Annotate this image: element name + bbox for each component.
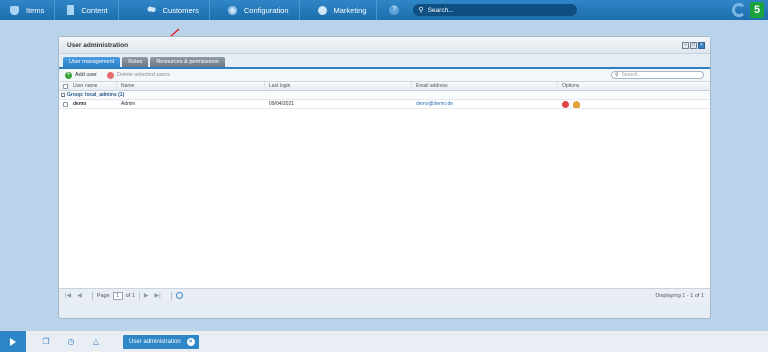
user-administration-window: User administration – □ × User managemen… [58,36,711,319]
add-user-label: Add user [75,72,98,78]
pager-divider [170,291,172,300]
nav-items[interactable]: Items [0,0,56,20]
close-button[interactable]: × [698,41,705,49]
nav-configuration[interactable]: Configuration [210,0,300,20]
page-label: Page [96,292,110,299]
group-header-row[interactable]: – Group: local_admins (1) [59,91,710,100]
plus-icon: + [65,71,72,79]
windows-icon[interactable]: ❐ [41,337,51,346]
first-page-icon[interactable]: |◀ [65,292,71,299]
nav-marketing-label: Marketing [333,5,367,15]
pagination-bar: |◀ ◀ Page 1 of 1 ▶ ▶| Displaying 1 - 1 o… [59,288,710,302]
taskbar-item-label: User administration [129,338,181,345]
configuration-icon [227,5,237,15]
nav-configuration-label: Configuration [243,5,289,15]
brand-logo: 5 [732,2,764,18]
pager-divider [138,291,140,300]
column-header-options: Options [562,83,580,89]
top-navigation: Items Content Customers Configuration Ma… [0,0,768,20]
delete-icon [107,71,115,79]
grid-search-placeholder: Search... [621,72,642,78]
cell-last-login: 09/04/2021 [269,101,295,107]
group-label: Group: local_admins (1) [67,92,125,98]
nav-marketing[interactable]: Marketing [300,0,378,20]
window-title: User administration [67,41,129,49]
edit-user-icon[interactable] [573,100,580,108]
refresh-icon[interactable] [175,292,183,299]
page-count-label: of 1 [125,292,135,299]
tab-user-management[interactable]: User management [63,57,121,67]
nav-items-label: Items [26,5,45,15]
pager-info: Displaying 1 - 1 of 1 [655,292,704,299]
nav-customers[interactable]: Customers [119,0,210,20]
tab-resources-permissions[interactable]: Resources & permissions [150,57,225,67]
marketing-icon [317,5,327,15]
delete-users-label: Delete selected users [117,72,170,78]
items-icon [10,5,19,15]
users-grid: User name Name Last login Email address … [59,82,710,288]
minimize-button[interactable]: – [682,41,689,49]
tab-roles[interactable]: Roles [122,57,149,67]
start-button[interactable] [0,330,26,352]
table-row[interactable]: demo Admin 09/04/2021 demo@demo.de [59,100,710,109]
pager-divider [91,291,93,300]
tab-strip: User management Roles Resources & permis… [59,54,710,69]
play-icon [10,337,16,346]
taskbar: ❐ ◷ △ User administration × [0,330,768,352]
close-icon[interactable]: × [186,337,195,346]
column-header-username[interactable]: User name [69,82,117,90]
column-header-name[interactable]: Name [117,82,265,90]
cell-options [558,100,706,108]
global-search-placeholder: Search... [427,6,454,14]
clock-icon[interactable]: ◷ [66,337,76,346]
help-icon[interactable]: ? [389,5,400,15]
version-badge-icon: 5 [750,2,764,18]
content-icon [67,5,75,15]
collapse-icon[interactable]: – [61,93,65,98]
cell-username: demo [73,101,87,107]
nav-content[interactable]: Content [55,0,119,20]
page-number-input[interactable]: 1 [112,291,123,300]
row-select-column[interactable] [59,100,69,108]
window-controls: – □ × [682,41,705,49]
add-user-button[interactable]: + Add user [65,71,98,79]
bell-icon[interactable]: △ [91,337,101,346]
cell-name: Admin [121,101,136,107]
nav-content-label: Content [81,5,108,15]
delete-user-icon[interactable] [562,100,569,108]
taskbar-item-user-administration[interactable]: User administration × [123,334,199,349]
customers-icon [146,5,156,15]
row-checkbox[interactable] [63,101,68,107]
grid-header: User name Name Last login Email address … [59,82,710,91]
grid-search-input[interactable]: ⚲ Search... [611,71,704,79]
column-header-last-login[interactable]: Last login [265,82,412,90]
search-icon: ⚲ [615,72,619,78]
search-icon: ⚲ [418,7,424,14]
nav-customers-label: Customers [162,5,199,15]
delete-users-button[interactable]: Delete selected users [107,71,170,79]
cell-email[interactable]: demo@demo.de [412,100,558,108]
previous-page-icon[interactable]: ◀ [77,292,82,299]
global-search-input[interactable]: ⚲ Search... [413,4,578,16]
next-page-icon[interactable]: ▶ [144,292,149,299]
window-titlebar[interactable]: User administration – □ × [59,37,710,54]
grid-toolbar: + Add user Delete selected users ⚲ Searc… [59,69,710,82]
column-header-email[interactable]: Email address [412,82,558,90]
select-all-column[interactable] [59,82,69,90]
maximize-button[interactable]: □ [690,41,697,49]
last-page-icon[interactable]: ▶| [154,292,160,299]
select-all-checkbox[interactable] [63,83,68,89]
shopware-logo-icon [732,3,746,17]
